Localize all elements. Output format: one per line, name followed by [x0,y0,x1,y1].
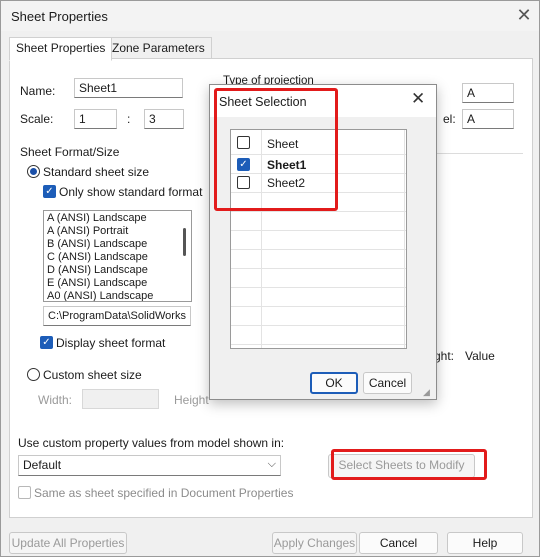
table-row [231,249,406,269]
help-button[interactable]: Help [447,532,523,554]
format-path-input[interactable]: C:\ProgramData\SolidWorks [43,306,191,326]
table-row [231,268,406,288]
display-format-label: Display sheet format [56,336,166,350]
tab-zone-parameters[interactable]: Zone Parameters [105,37,212,60]
table-row [231,211,406,231]
name-label: Name: [20,84,56,98]
custom-property-label: Use custom property values from model sh… [18,436,285,450]
table-row [231,325,406,345]
table-row [231,287,406,307]
width-label: Width: [38,393,73,407]
update-all-properties-button[interactable]: Update All Properties [9,532,127,554]
name-input[interactable]: Sheet1 [74,78,183,98]
sheet1-label: Sheet1 [267,158,307,172]
apply-changes-button[interactable]: Apply Changes [272,532,357,554]
list-item[interactable]: D (ANSI) Landscape [44,264,191,277]
grid-header-sheet: Sheet [267,137,299,151]
list-item[interactable]: E (ANSI) Landscape [44,277,191,290]
scale-numerator-input[interactable]: 1 [74,109,117,129]
table-row [231,306,406,326]
list-item[interactable]: A0 (ANSI) Landscape [44,290,191,301]
dialog-title: Sheet Selection [219,95,307,109]
scale-label: Scale: [20,112,54,126]
title-bar: Sheet Properties ✕ [1,1,539,31]
ok-button[interactable]: OK [310,372,358,394]
preview-height-label: ght: [434,349,455,363]
sheet-format-list[interactable]: A (ANSI) Landscape A (ANSI) Portrait B (… [43,210,192,302]
same-as-sheet-checkbox[interactable] [18,486,31,499]
scale-denominator-input[interactable]: 3 [144,109,184,129]
width-input[interactable] [82,389,159,409]
list-item[interactable]: A (ANSI) Portrait [44,225,191,238]
standard-size-label: Standard sheet size [43,165,150,179]
sheet-selection-dialog: Sheet Selection ✕ Sheet ✓ Sheet1 Sheet2 … [209,84,437,400]
sheet2-label: Sheet2 [267,176,306,190]
dialog-title-bar: Sheet Selection ✕ [210,85,436,117]
list-item[interactable]: A (ANSI) Landscape [44,212,191,225]
close-icon[interactable]: ✕ [512,4,536,28]
list-item[interactable]: C (ANSI) Landscape [44,251,191,264]
height-label: Height [174,393,209,407]
same-as-sheet-label: Same as sheet specified in Document Prop… [34,486,294,500]
window-title: Sheet Properties [11,9,108,24]
sheet1-checkbox[interactable]: ✓ [237,158,250,171]
preview-value-label: Value [465,349,495,363]
custom-property-value: Default [23,458,62,472]
list-scrollbar-thumb[interactable] [183,228,186,256]
next-datum-label-input[interactable]: A [462,109,514,129]
chevron-down-icon: ⌵ [267,458,276,470]
standard-size-radio[interactable] [27,165,40,178]
grid-header-row: Sheet [231,130,406,155]
display-format-checkbox[interactable]: ✓ [40,336,53,349]
cancel-button[interactable]: Cancel [359,532,438,554]
resize-grip-icon[interactable]: ◢ [423,387,430,398]
list-item[interactable]: B (ANSI) Landscape [44,238,191,251]
custom-size-label: Custom sheet size [43,368,142,382]
tab-sheet-properties[interactable]: Sheet Properties [9,37,113,61]
custom-size-radio[interactable] [27,368,40,381]
table-row[interactable]: Sheet2 [231,173,406,193]
sheet-selection-grid: Sheet ✓ Sheet1 Sheet2 [230,129,407,349]
tab-bar: Sheet Properties Zone Parameters [9,37,531,61]
only-standard-label: Only show standard format [59,185,203,199]
select-sheets-to-modify-button[interactable]: Select Sheets to Modify [328,454,475,478]
table-row [231,230,406,250]
sheet2-checkbox[interactable] [237,176,250,189]
only-standard-checkbox[interactable]: ✓ [43,185,56,198]
table-row[interactable]: ✓ Sheet1 [231,154,406,174]
next-datum-label: el: [443,112,456,126]
dialog-cancel-button[interactable]: Cancel [363,372,412,394]
custom-property-select[interactable]: Default ⌵ [18,455,281,476]
close-icon[interactable]: ✕ [411,89,425,109]
scale-separator: : [127,112,131,126]
select-all-checkbox[interactable] [237,136,250,149]
table-row [231,192,406,212]
next-view-label-input[interactable]: A [462,83,514,103]
